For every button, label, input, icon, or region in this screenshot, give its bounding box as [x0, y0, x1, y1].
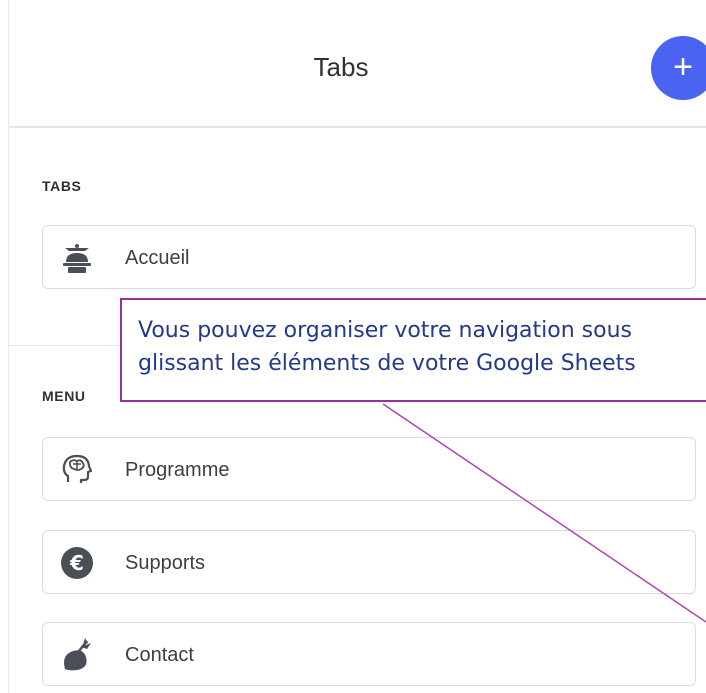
- tabs-section-label: TABS: [42, 178, 82, 194]
- svg-text:€: €: [69, 551, 84, 575]
- menu-item-label: Contact: [125, 644, 194, 666]
- page-title: Tabs: [313, 52, 369, 82]
- euro-icon: €: [59, 545, 95, 581]
- tab-item-label: Accueil: [125, 247, 190, 269]
- sprout-icon: [59, 637, 95, 673]
- head-brain-icon: [59, 452, 95, 488]
- menu-item-label: Programme: [125, 459, 230, 481]
- callout-line-2: glissant les éléments de votre Google Sh…: [138, 351, 636, 376]
- panel-header: Tabs +: [9, 0, 706, 128]
- menu-section-label: MENU: [42, 388, 86, 404]
- tooltip-callout: Vous pouvez organiser votre navigation s…: [120, 298, 706, 402]
- menu-item-supports[interactable]: € Supports: [42, 530, 696, 594]
- callout-line-1: Vous pouvez organiser votre navigation s…: [138, 318, 632, 343]
- menu-item-programme[interactable]: Programme: [42, 437, 696, 501]
- tabs-editor-panel: Tabs + TABS Accueil MENU Programme € Sup…: [0, 0, 706, 693]
- menu-item-contact[interactable]: Contact: [42, 622, 696, 686]
- waiter-cloche-icon: [59, 240, 95, 276]
- tab-item-accueil[interactable]: Accueil: [42, 225, 696, 289]
- menu-item-label: Supports: [125, 552, 206, 574]
- add-tab-button[interactable]: +: [651, 36, 706, 100]
